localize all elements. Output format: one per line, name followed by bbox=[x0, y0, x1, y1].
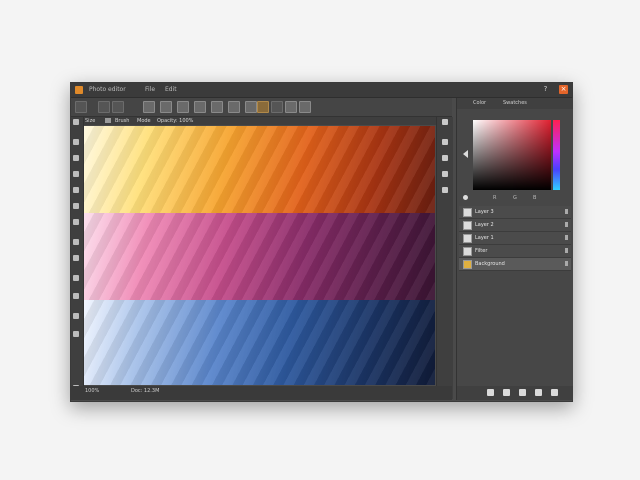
title-bar: Photo editor File Edit ? × bbox=[71, 83, 572, 98]
layer-icon bbox=[463, 208, 472, 217]
layer-row-selected[interactable]: Background bbox=[459, 258, 571, 271]
layer-name: Filter bbox=[475, 248, 488, 254]
actions-icon[interactable] bbox=[442, 155, 448, 161]
select-tool-icon[interactable] bbox=[73, 119, 79, 125]
eraser-icon[interactable] bbox=[177, 101, 189, 113]
layer-name: Layer 2 bbox=[475, 222, 494, 228]
adjustment-icon[interactable] bbox=[535, 389, 542, 396]
text-layer-icon bbox=[463, 221, 472, 230]
crop-icon[interactable] bbox=[112, 101, 124, 113]
mask-icon[interactable] bbox=[519, 389, 526, 396]
app-window: Photo editor File Edit ? × Size Brush Mo… bbox=[70, 82, 573, 402]
gradient-tool-icon[interactable] bbox=[73, 293, 79, 299]
stamp-icon[interactable] bbox=[160, 101, 172, 113]
lock-icon[interactable] bbox=[565, 261, 568, 266]
image-layer-icon bbox=[463, 260, 472, 269]
layers-footer bbox=[457, 386, 573, 400]
layer-name: Layer 3 bbox=[475, 209, 494, 215]
close-button[interactable]: × bbox=[559, 85, 568, 94]
help-button[interactable]: ? bbox=[541, 85, 550, 94]
layer-name: Background bbox=[475, 261, 505, 267]
crop-tool-icon[interactable] bbox=[73, 171, 79, 177]
panel-tabs: Color Swatches bbox=[457, 98, 573, 109]
lock-icon[interactable] bbox=[565, 222, 568, 227]
window-title: Photo editor bbox=[89, 86, 126, 93]
zoom-level[interactable]: 100% bbox=[85, 388, 99, 394]
dodge-icon[interactable] bbox=[228, 101, 240, 113]
options-bar: Size Brush Mode Opacity: 100% bbox=[71, 117, 452, 125]
layer-row[interactable]: Filter bbox=[459, 245, 571, 258]
shape-icon[interactable] bbox=[271, 101, 283, 113]
lasso-tool-icon[interactable] bbox=[73, 139, 79, 145]
history-tool-icon[interactable] bbox=[73, 255, 79, 261]
gradient-icon[interactable] bbox=[194, 101, 206, 113]
eraser-tool-icon[interactable] bbox=[73, 275, 79, 281]
layers-list: Layer 3 Layer 2 Layer 1 Filter Backgroun bbox=[459, 206, 571, 286]
side-icon-strip bbox=[436, 117, 453, 399]
text-tool-icon[interactable] bbox=[73, 313, 79, 319]
folder-icon bbox=[463, 234, 472, 243]
tab-color[interactable]: Color bbox=[473, 100, 486, 107]
wand-tool-icon[interactable] bbox=[73, 155, 79, 161]
magenta-gradient-band bbox=[84, 213, 435, 300]
shape-tool-icon[interactable] bbox=[73, 331, 79, 337]
properties-icon[interactable] bbox=[442, 171, 448, 177]
collapse-icon[interactable] bbox=[442, 119, 448, 125]
move-tool-icon[interactable] bbox=[75, 101, 87, 113]
trash-icon[interactable] bbox=[551, 389, 558, 396]
menu-file[interactable]: File bbox=[145, 85, 155, 95]
foreground-color-icon[interactable] bbox=[463, 195, 468, 200]
color-picker-field[interactable] bbox=[473, 120, 551, 190]
expand-arrow-icon[interactable] bbox=[463, 150, 468, 158]
brush-icon[interactable] bbox=[143, 101, 155, 113]
adjustments-icon[interactable] bbox=[442, 187, 448, 193]
option-box-icon[interactable] bbox=[105, 118, 111, 123]
layer-name: Layer 1 bbox=[475, 235, 494, 241]
hue-slider[interactable] bbox=[553, 120, 560, 190]
hand-icon[interactable] bbox=[285, 101, 297, 113]
document-canvas[interactable] bbox=[84, 126, 435, 385]
rgb-readout: R G B bbox=[463, 194, 567, 202]
green-label: G bbox=[513, 195, 517, 201]
blur-icon[interactable] bbox=[211, 101, 223, 113]
option-brush[interactable]: Brush bbox=[115, 118, 129, 124]
doc-size: Doc: 12.3M bbox=[131, 388, 160, 394]
tab-swatches[interactable]: Swatches bbox=[503, 100, 527, 107]
right-panel: Color Swatches R G B Layer 3 Layer 2 Lay… bbox=[456, 98, 573, 400]
app-logo-icon bbox=[75, 86, 83, 94]
text-icon[interactable] bbox=[257, 101, 269, 113]
red-label: R bbox=[493, 195, 497, 201]
brush-tool-icon[interactable] bbox=[73, 219, 79, 225]
heal-tool-icon[interactable] bbox=[73, 203, 79, 209]
layer-row[interactable]: Layer 3 bbox=[459, 206, 571, 219]
main-toolbar bbox=[71, 98, 452, 117]
menu-edit[interactable]: Edit bbox=[165, 85, 177, 95]
option-opacity[interactable]: Opacity: 100% bbox=[157, 118, 193, 124]
option-mode[interactable]: Mode bbox=[137, 118, 151, 124]
filter-icon bbox=[463, 247, 472, 256]
layer-row[interactable]: Layer 2 bbox=[459, 219, 571, 232]
fx-icon[interactable] bbox=[503, 389, 510, 396]
history-icon[interactable] bbox=[442, 139, 448, 145]
tools-panel bbox=[71, 117, 84, 399]
layer-row[interactable]: Layer 1 bbox=[459, 232, 571, 245]
eyedropper-tool-icon[interactable] bbox=[73, 187, 79, 193]
pen-icon[interactable] bbox=[245, 101, 257, 113]
blue-gradient-band bbox=[84, 300, 435, 385]
lasso-icon[interactable] bbox=[98, 101, 110, 113]
option-size[interactable]: Size bbox=[85, 118, 95, 124]
blue-label: B bbox=[533, 195, 537, 201]
lock-icon[interactable] bbox=[565, 209, 568, 214]
status-bar: 100% Doc: 12.3M bbox=[71, 386, 452, 400]
lock-icon[interactable] bbox=[565, 248, 568, 253]
clone-tool-icon[interactable] bbox=[73, 239, 79, 245]
lock-icon[interactable] bbox=[565, 235, 568, 240]
zoom-icon[interactable] bbox=[299, 101, 311, 113]
link-icon[interactable] bbox=[487, 389, 494, 396]
warm-gradient-band bbox=[84, 126, 435, 213]
